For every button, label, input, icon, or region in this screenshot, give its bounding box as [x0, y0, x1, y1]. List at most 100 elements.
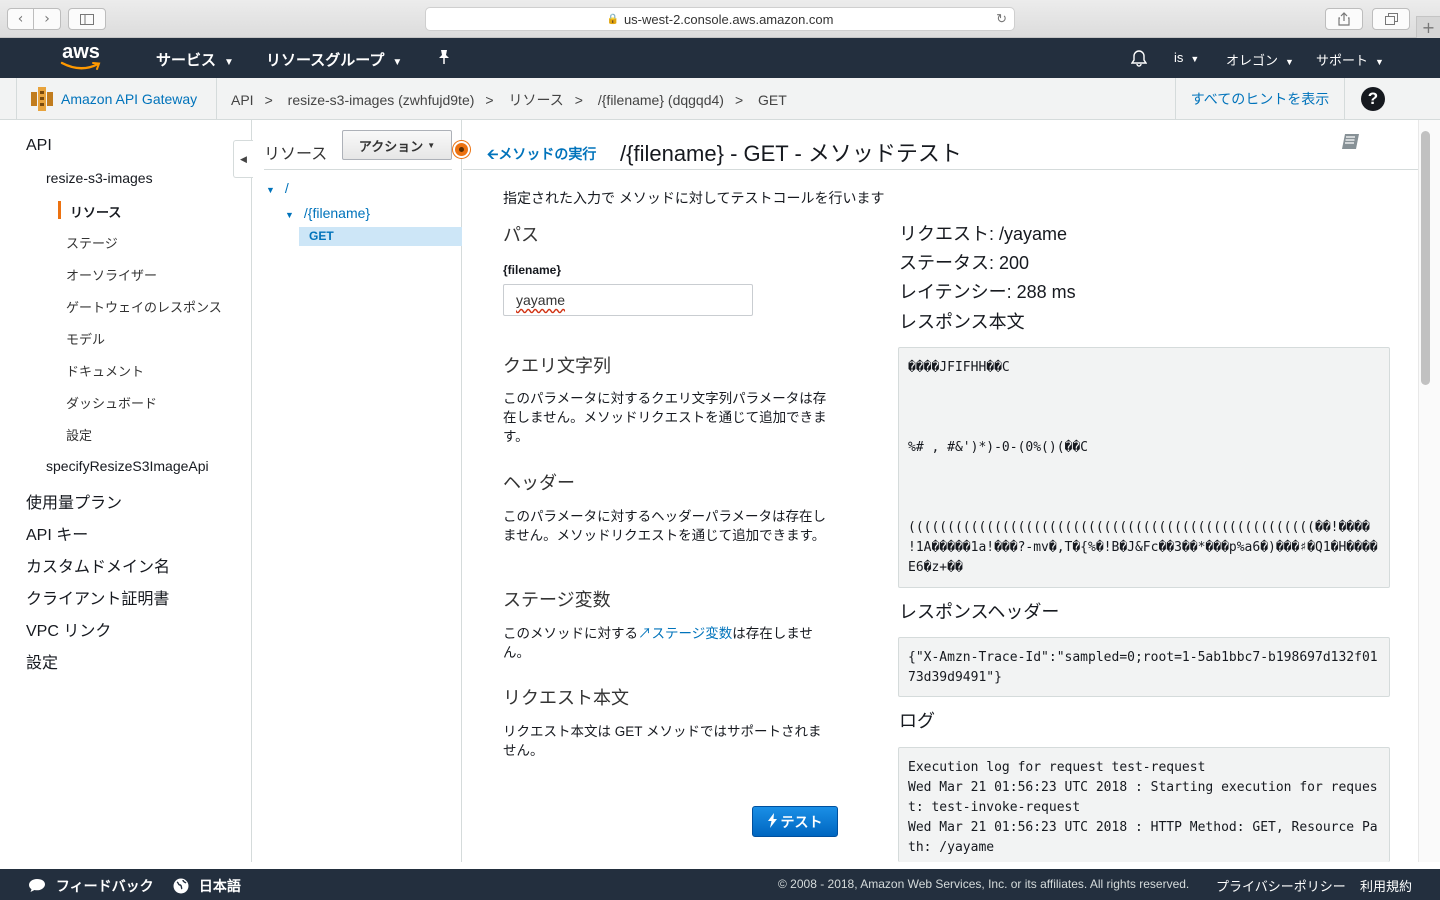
divider [463, 169, 1418, 170]
sidebar-item-vpc-links[interactable]: VPC リンク [26, 617, 111, 641]
stage-variables-text: このメソッドに対する↗ステージ変数は存在しません。 [503, 626, 813, 660]
chevron-down-icon: ▼ [1285, 57, 1294, 67]
external-link-icon: ↗ [638, 626, 652, 641]
test-description: 指定された入力で メソッドに対してテストコールを行います [503, 190, 885, 206]
sidebar-item-gateway-responses[interactable]: ゲートウェイのレスポンス [66, 297, 222, 316]
support-menu[interactable]: サポート ▼ [1316, 50, 1384, 69]
collapse-sidebar-icon[interactable]: ◀ [233, 140, 253, 178]
url-text: us-west-2.console.aws.amazon.com [623, 11, 834, 27]
chevron-down-icon: ▼ [427, 140, 436, 150]
bell-icon[interactable] [1130, 49, 1148, 70]
divider [264, 169, 452, 170]
book-icon[interactable] [1341, 133, 1361, 151]
resource-tree-title: リソース [264, 146, 328, 163]
breadcrumb: API > resize-s3-images (zwhfujd9te) > リソース… [231, 92, 787, 108]
sidebar-item-settings[interactable]: 設定 [66, 425, 92, 444]
page-title: /{filename} - GET - メソッドテスト [620, 141, 962, 166]
filename-input[interactable]: yayame [503, 284, 753, 316]
arrow-left-icon: 🡨 [487, 146, 499, 162]
forward-arrow-icon[interactable]: › [34, 8, 61, 30]
tree-node-get-method[interactable]: GET [299, 227, 462, 246]
tree-node-filename[interactable]: ▼/{filename} [285, 205, 370, 221]
method-execution-link[interactable]: 🡨メソッドの実行 [487, 144, 596, 168]
sidebar-item-custom-domains[interactable]: カスタムドメイン名 [26, 553, 170, 577]
sidebar-toggle-icon[interactable] [68, 8, 106, 30]
chevron-down-icon: ▼ [1190, 54, 1200, 64]
back-arrow-icon[interactable]: ‹ [7, 8, 34, 30]
result-status: ステータス: 200 [899, 253, 1030, 273]
chevron-down-icon: ▼ [392, 57, 403, 68]
headers-heading: ヘッダー [503, 473, 575, 493]
logs-heading: ログ [899, 711, 935, 731]
services-menu[interactable]: サービス ▼ [156, 49, 234, 70]
sidebar-item-models[interactable]: モデル [66, 329, 105, 348]
expand-triangle-icon[interactable]: ▼ [266, 185, 275, 195]
headers-text: このパラメータに対するヘッダーパラメータは存在しません。メソッドリクエストを通じ… [503, 509, 827, 543]
sidebar-item-stages[interactable]: ステージ [66, 233, 118, 252]
service-bar: Amazon API Gateway API > resize-s3-images… [0, 78, 1440, 120]
actions-button[interactable]: アクション ▼ [342, 130, 452, 160]
response-headers-box: {"X-Amzn-Trace-Id":"sampled=0;root=1-5ab… [898, 637, 1390, 697]
share-icon[interactable] [1325, 8, 1363, 30]
feedback-link[interactable]: フィードバック [28, 876, 154, 896]
stage-variables-link[interactable]: ↗ステージ変数 [638, 626, 732, 641]
lightning-icon [767, 812, 777, 831]
result-request: リクエスト: /yayame [899, 224, 1068, 244]
sidebar-item-client-certs[interactable]: クライアント証明書 [26, 585, 169, 609]
resource-groups-menu[interactable]: リソースグループ ▼ [266, 49, 402, 70]
sidebar-item-documentation[interactable]: ドキュメント [66, 361, 144, 380]
lock-icon: 🔒 [606, 13, 619, 25]
pin-icon[interactable] [437, 49, 451, 69]
response-body-heading: レスポンス本文 [899, 312, 1025, 332]
response-headers-heading: レスポンスヘッダー [899, 602, 1060, 622]
api-gateway-icon [31, 87, 53, 111]
help-icon[interactable]: ? [1361, 87, 1385, 111]
browser-toolbar: ‹ › 🔒 us-west-2.console.aws.amazon.com ↻… [0, 0, 1440, 38]
sidebar-item-resources[interactable]: リソース [70, 202, 121, 221]
service-home-link[interactable]: Amazon API Gateway [16, 78, 217, 120]
language-selector[interactable]: 日本語 [173, 876, 241, 896]
active-indicator [58, 201, 61, 219]
speech-bubble-icon [28, 878, 56, 894]
breadcrumb-item-resources[interactable]: リソース [508, 92, 563, 108]
privacy-policy-link[interactable]: プライバシーポリシー [1216, 876, 1346, 895]
expand-triangle-icon[interactable]: ▼ [285, 210, 294, 220]
sidebar-item-other-api[interactable]: specifyResizeS3ImageApi [46, 458, 209, 474]
breadcrumb-item-api[interactable]: API [231, 92, 254, 108]
address-bar[interactable]: 🔒 us-west-2.console.aws.amazon.com ↻ [425, 7, 1015, 31]
aws-top-nav: aws サービス ▼ リソースグループ ▼ is ▼ オレゴン ▼ サポート ▼ [0, 38, 1440, 78]
logs-box: Execution log for request test-request W… [898, 747, 1390, 862]
breadcrumb-item-method: GET [758, 92, 787, 108]
new-tab-icon[interactable]: + [1416, 16, 1440, 38]
breadcrumb-item-resource[interactable]: /{filename} (dqgqd4) [598, 92, 724, 108]
scrollbar-thumb[interactable] [1421, 131, 1430, 385]
chevron-down-icon: ▼ [224, 57, 234, 68]
left-sidebar: API resize-s3-images リソース ステージ オーソライザー ゲ… [0, 120, 253, 862]
stage-variables-heading: ステージ変数 [503, 590, 611, 610]
tabs-overview-icon[interactable] [1372, 8, 1410, 30]
show-hints-link[interactable]: すべてのヒントを表示 [1175, 78, 1345, 120]
sidebar-item-usage-plans[interactable]: 使用量プラン [26, 489, 122, 513]
history-nav: ‹ › [7, 8, 61, 30]
account-menu[interactable]: is ▼ [1174, 50, 1199, 65]
aws-logo[interactable]: aws [58, 41, 104, 75]
tree-node-root[interactable]: ▼ / [266, 180, 289, 196]
path-heading: パス [503, 225, 539, 245]
sidebar-item-authorizers[interactable]: オーソライザー [66, 265, 157, 284]
sidebar-item-api-keys[interactable]: API キー [26, 521, 88, 545]
sidebar-item-dashboard[interactable]: ダッシュボード [66, 393, 157, 412]
terms-link[interactable]: 利用規約 [1360, 876, 1412, 895]
response-body-box: ����JFIFHH��C %# , #&')*)-0-(0%()(��C ((… [898, 347, 1390, 588]
breadcrumb-item-api-name[interactable]: resize-s3-images (zwhfujd9te) [288, 92, 475, 108]
sidebar-item-global-settings[interactable]: 設定 [26, 649, 58, 673]
sidebar-item-api-name[interactable]: resize-s3-images [46, 170, 153, 186]
resource-tree-panel: リソース アクション ▼ ▼ / ▼/{filename} GET [253, 120, 470, 862]
method-test-panel: 🡨メソッドの実行 /{filename} - GET - メソッドテスト 指定さ… [463, 120, 1418, 862]
sidebar-item-api[interactable]: API [26, 137, 52, 155]
region-menu[interactable]: オレゴン ▼ [1226, 50, 1294, 69]
footer: フィードバック 日本語 © 2008 - 2018, Amazon Web Se… [0, 869, 1440, 900]
reload-icon[interactable]: ↻ [996, 11, 1007, 27]
request-body-heading: リクエスト本文 [503, 688, 629, 708]
copyright-text: © 2008 - 2018, Amazon Web Services, Inc.… [778, 877, 1190, 891]
test-button[interactable]: テスト [752, 806, 838, 837]
